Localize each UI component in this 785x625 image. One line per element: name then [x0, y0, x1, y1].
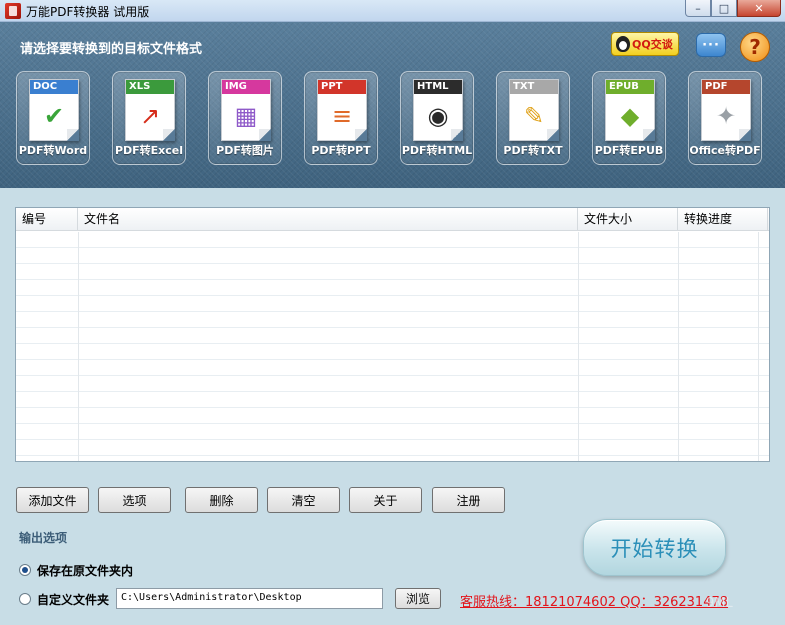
check-icon: ✔ — [43, 102, 65, 130]
about-button[interactable]: 关于 — [349, 487, 422, 513]
html-icon: HTML ◉ — [413, 79, 463, 141]
column-divider — [578, 232, 579, 461]
column-header-progress[interactable]: 转换进度 — [678, 208, 768, 231]
qq-penguin-icon — [616, 36, 630, 52]
format-tag: PPT — [318, 80, 366, 94]
column-header-number[interactable]: 编号 — [16, 208, 78, 231]
custom-folder-label[interactable]: 自定义文件夹 — [37, 591, 109, 608]
format-tile-ppt[interactable]: PPT ≡ PDF转PPT — [304, 71, 378, 165]
format-tile-office-pdf[interactable]: PDF ✦ Office转PDF — [688, 71, 762, 165]
format-tile-excel[interactable]: XLS ↗ PDF转Excel — [112, 71, 186, 165]
format-tile-txt[interactable]: TXT ✎ PDF转TXT — [496, 71, 570, 165]
format-label: Office转PDF — [689, 144, 761, 157]
start-convert-button[interactable]: 开始转换 — [583, 519, 726, 576]
column-divider — [678, 232, 679, 461]
pdf-icon: PDF ✦ — [701, 79, 751, 141]
img-icon: IMG ▦ — [221, 79, 271, 141]
epub-diamond-icon: ◆ — [620, 102, 640, 130]
output-path-field[interactable]: C:\Users\Administrator\Desktop — [116, 588, 383, 609]
format-label: PDF转TXT — [503, 144, 563, 157]
app-icon — [5, 3, 21, 19]
format-tile-epub[interactable]: EPUB ◆ PDF转EPUB — [592, 71, 666, 165]
chat-bubble-icon[interactable]: ··· — [696, 33, 726, 57]
format-tag: PDF — [702, 80, 750, 94]
window-title: 万能PDF转换器 试用版 — [26, 5, 150, 19]
format-tile-html[interactable]: HTML ◉ PDF转HTML — [400, 71, 474, 165]
title-bar: 万能PDF转换器 试用版 – □ ✕ — [0, 0, 785, 22]
file-list-table[interactable]: 编号 文件名 文件大小 转换进度 — [15, 207, 770, 462]
format-label: PDF转HTML — [401, 144, 473, 157]
column-header-size[interactable]: 文件大小 — [578, 208, 678, 231]
watermark: 9ML — [706, 596, 733, 611]
support-hotline-link[interactable]: 客服热线：18121074602 QQ：326231478 — [460, 591, 728, 610]
format-tile-image[interactable]: IMG ▦ PDF转图片 — [208, 71, 282, 165]
chart-arrow-icon: ↗ — [139, 102, 161, 130]
column-header-filename[interactable]: 文件名 — [78, 208, 578, 231]
pencil-icon: ✎ — [523, 102, 545, 130]
table-header: 编号 文件名 文件大小 转换进度 — [16, 208, 769, 231]
ppt-icon: PPT ≡ — [317, 79, 367, 141]
format-label: PDF转图片 — [216, 144, 274, 157]
column-divider — [758, 232, 759, 461]
table-body[interactable] — [16, 232, 769, 461]
format-label: PDF转Excel — [114, 144, 184, 157]
maximize-button[interactable]: □ — [711, 0, 737, 17]
format-tag: HTML — [414, 80, 462, 94]
format-tag: EPUB — [606, 80, 654, 94]
clear-button[interactable]: 清空 — [267, 487, 340, 513]
picture-icon: ▦ — [234, 102, 258, 130]
help-icon[interactable]: ? — [740, 32, 770, 62]
format-label: PDF转EPUB — [594, 144, 664, 157]
txt-icon: TXT ✎ — [509, 79, 559, 141]
format-tag: XLS — [126, 80, 174, 94]
custom-folder-radio[interactable] — [19, 593, 31, 605]
format-label: PDF转PPT — [311, 144, 371, 157]
output-options-label: 输出选项 — [19, 531, 68, 545]
browse-button[interactable]: 浏览 — [395, 588, 441, 609]
keep-folder-radio[interactable] — [19, 564, 31, 576]
header-title: 请选择要转换到的目标文件格式 — [20, 42, 203, 57]
format-header: 请选择要转换到的目标文件格式 QQ交谈 ··· ? DOC ✔ PDF转Word X… — [0, 22, 785, 188]
qq-chat-label: QQ交谈 — [632, 38, 673, 51]
qq-chat-button[interactable]: QQ交谈 — [611, 32, 679, 56]
format-tag: DOC — [30, 80, 78, 94]
register-button[interactable]: 注册 — [432, 487, 505, 513]
window-controls: – □ ✕ — [685, 0, 781, 18]
epub-icon: EPUB ◆ — [605, 79, 655, 141]
xls-icon: XLS ↗ — [125, 79, 175, 141]
delete-button[interactable]: 删除 — [185, 487, 258, 513]
acrobat-icon: ✦ — [715, 102, 737, 130]
format-label: PDF转Word — [18, 144, 88, 157]
slides-icon: ≡ — [331, 102, 353, 130]
globe-icon: ◉ — [427, 102, 449, 130]
close-button[interactable]: ✕ — [737, 0, 781, 17]
format-tag: IMG — [222, 80, 270, 94]
column-divider — [78, 232, 79, 461]
add-file-button[interactable]: 添加文件 — [16, 487, 89, 513]
minimize-button[interactable]: – — [685, 0, 711, 17]
format-tag: TXT — [510, 80, 558, 94]
format-tile-word[interactable]: DOC ✔ PDF转Word — [16, 71, 90, 165]
options-button[interactable]: 选项 — [98, 487, 171, 513]
keep-folder-label[interactable]: 保存在原文件夹内 — [37, 562, 133, 579]
doc-icon: DOC ✔ — [29, 79, 79, 141]
